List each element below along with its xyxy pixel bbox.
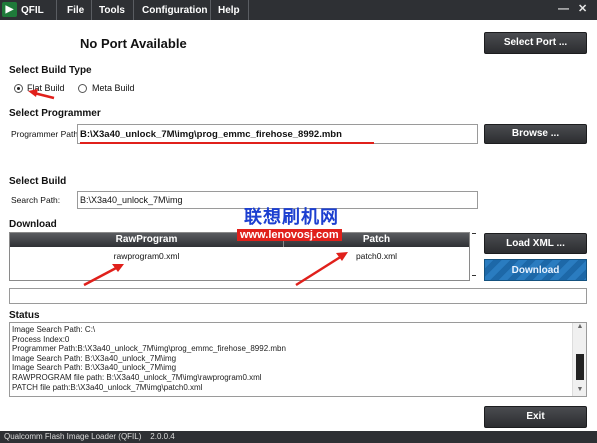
arrow-rawprogram bbox=[83, 265, 119, 287]
arrow-head bbox=[28, 89, 38, 97]
arrow-patch bbox=[295, 254, 343, 287]
annotation-overlay bbox=[28, 89, 374, 287]
arrow-flat-build bbox=[33, 91, 55, 100]
